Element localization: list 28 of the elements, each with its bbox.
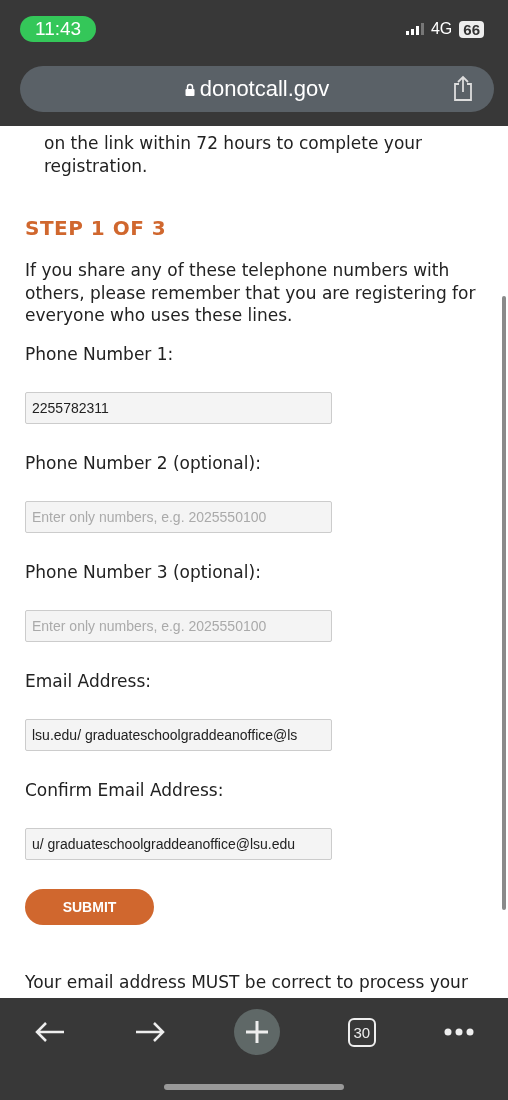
instructions-text: If you share any of these telephone numbers with others, please remember that you are registering for everyone who uses these lines. [25,259,477,327]
field-label: Phone Number 3 (optional): [25,560,261,583]
tab-count-button[interactable]: 30 [347,1017,377,1047]
field-label: Phone Number 2 (optional): [25,451,261,474]
forward-icon[interactable] [133,1020,166,1044]
url-text: donotcall.gov [199,76,330,102]
signal-icon [405,23,424,35]
notice-text: Your email address MUST be correct to process your [25,970,469,993]
field-label: Confirm Email Address: [25,778,224,801]
battery-indicator: 66 [459,20,484,38]
field-label: Email Address: [25,669,151,692]
submit-button[interactable]: SUBMIT [25,888,154,925]
address-bar[interactable]: donotcall.gov [20,66,494,112]
lock-icon [184,82,195,96]
share-icon[interactable] [452,75,474,101]
status-time: 11:43 [20,16,97,42]
input-field[interactable]: Enter only numbers, e.g. 2025550100 [25,500,332,533]
network-label: 4G [430,20,453,38]
input-field[interactable]: lsu.edu/ graduateschoolgraddeanoffice@ls [25,718,332,751]
new-tab-icon[interactable] [233,1009,280,1055]
input-field[interactable]: Enter only numbers, e.g. 2025550100 [25,609,332,642]
step-heading: STEP 1 OF 3 [25,216,168,240]
input-field[interactable]: u/ graduateschoolgraddeanoffice@lsu.edu [25,827,332,860]
field-label: Phone Number 1: [25,342,174,365]
more-icon[interactable] [444,1028,475,1036]
input-field[interactable]: 2255782311 [25,391,332,424]
intro-text: on the link within 72 hours to complete your registration. [43,132,424,177]
back-icon[interactable] [33,1020,66,1044]
